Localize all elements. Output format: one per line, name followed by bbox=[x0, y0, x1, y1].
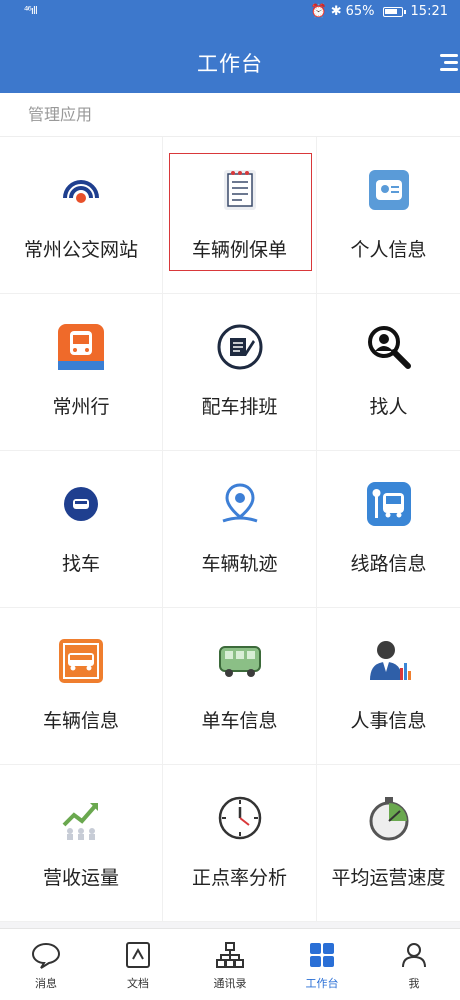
person-search-icon bbox=[364, 322, 414, 372]
chat-bubble-icon bbox=[30, 939, 62, 971]
app-label: 正点率分析 bbox=[191, 867, 287, 889]
car-locate-icon bbox=[56, 479, 106, 529]
app-label: 车辆例保单 bbox=[191, 239, 287, 261]
app-label: 人事信息 bbox=[350, 710, 427, 732]
tab-label: 通讯录 bbox=[213, 977, 247, 990]
bus-sign-icon bbox=[56, 636, 106, 686]
app-tile-scheduling[interactable]: 配车排班 bbox=[163, 294, 317, 451]
app-tile-vehicle-info[interactable]: 车辆信息 bbox=[0, 608, 163, 765]
battery-percent: 65% bbox=[345, 4, 375, 19]
tab-label: 工作台 bbox=[305, 977, 339, 990]
top-bar: ⁴⁶ıll ⏰ ✱ 65% 15:21 工作台 bbox=[0, 0, 460, 93]
tab-me[interactable]: 我 bbox=[368, 929, 460, 1000]
app-label: 车辆轨迹 bbox=[201, 553, 278, 575]
app-label: 车辆信息 bbox=[42, 710, 119, 732]
battery-icon bbox=[382, 6, 406, 17]
tab-documents[interactable]: 文档 bbox=[92, 929, 184, 1000]
tab-workbench[interactable]: 工作台 bbox=[276, 929, 368, 1000]
app-label: 个人信息 bbox=[350, 239, 427, 261]
person-icon bbox=[398, 939, 430, 971]
growth-chart-icon bbox=[56, 793, 106, 843]
signal-indicator: ⁴⁶ıll bbox=[24, 4, 38, 17]
app-tile-route-info[interactable]: 线路信息 bbox=[317, 451, 460, 608]
org-chart-icon bbox=[214, 939, 246, 971]
stopwatch-icon bbox=[364, 793, 414, 843]
app-label: 找人 bbox=[369, 396, 408, 418]
app-label: 找车 bbox=[61, 553, 100, 575]
app-tile-personal-info[interactable]: 个人信息 bbox=[317, 137, 460, 294]
alarm-icon: ⏰ bbox=[310, 4, 327, 19]
status-right: ⏰ ✱ 65% 15:21 bbox=[311, 4, 448, 19]
app-label: 营收运量 bbox=[42, 867, 119, 889]
app-tile-revenue-volume[interactable]: 营收运量 bbox=[0, 765, 163, 922]
schedule-pen-icon bbox=[215, 322, 265, 372]
menu-settings-icon[interactable] bbox=[436, 49, 460, 75]
app-label: 常州公交网站 bbox=[23, 239, 138, 261]
document-icon bbox=[122, 939, 154, 971]
app-label: 线路信息 bbox=[350, 553, 427, 575]
van-icon bbox=[215, 636, 265, 686]
section-title: 管理应用 bbox=[0, 93, 460, 137]
app-label: 配车排班 bbox=[201, 396, 278, 418]
bluetooth-icon: ✱ bbox=[330, 4, 342, 19]
app-tile-punctuality-analysis[interactable]: 正点率分析 bbox=[163, 765, 317, 922]
app-tile-bus-info[interactable]: 单车信息 bbox=[163, 608, 317, 765]
tab-label: 我 bbox=[408, 977, 420, 990]
app-tile-website[interactable]: 常州公交网站 bbox=[0, 137, 163, 294]
location-pin-icon bbox=[215, 479, 265, 529]
tab-label: 消息 bbox=[35, 977, 57, 990]
bottom-tab-bar: 消息 文档 通讯录 工作台 我 bbox=[0, 928, 460, 1000]
tab-messages[interactable]: 消息 bbox=[0, 929, 92, 1000]
app-label: 单车信息 bbox=[201, 710, 278, 732]
grid-icon bbox=[306, 939, 338, 971]
notepad-icon bbox=[215, 165, 265, 215]
clock-time: 15:21 bbox=[410, 4, 448, 19]
app-tile-maintenance-form[interactable]: 车辆例保单 bbox=[163, 137, 317, 294]
app-tile-hr-info[interactable]: 人事信息 bbox=[317, 608, 460, 765]
business-person-icon bbox=[364, 636, 414, 686]
app-label: 平均运营速度 bbox=[331, 867, 446, 889]
app-grid: 常州公交网站 车辆例保单 个人信息 常州行 配车排班 找人 找车 车辆轨迹 线路… bbox=[0, 137, 460, 922]
app-label: 常州行 bbox=[52, 396, 110, 418]
app-tile-vehicle-track[interactable]: 车辆轨迹 bbox=[163, 451, 317, 608]
clock-icon bbox=[215, 793, 265, 843]
app-tile-changzhou-xing[interactable]: 常州行 bbox=[0, 294, 163, 451]
tab-contacts[interactable]: 通讯录 bbox=[184, 929, 276, 1000]
app-tile-find-person[interactable]: 找人 bbox=[317, 294, 460, 451]
page-title: 工作台 bbox=[197, 52, 263, 76]
status-bar: ⁴⁶ıll ⏰ ✱ 65% 15:21 bbox=[0, 0, 460, 26]
tab-label: 文档 bbox=[127, 977, 149, 990]
bus-stop-icon bbox=[364, 479, 414, 529]
bus-app-icon bbox=[56, 322, 106, 372]
radio-waves-icon bbox=[56, 165, 106, 215]
app-tile-average-speed[interactable]: 平均运营速度 bbox=[317, 765, 460, 922]
id-card-icon bbox=[364, 165, 414, 215]
app-tile-find-car[interactable]: 找车 bbox=[0, 451, 163, 608]
